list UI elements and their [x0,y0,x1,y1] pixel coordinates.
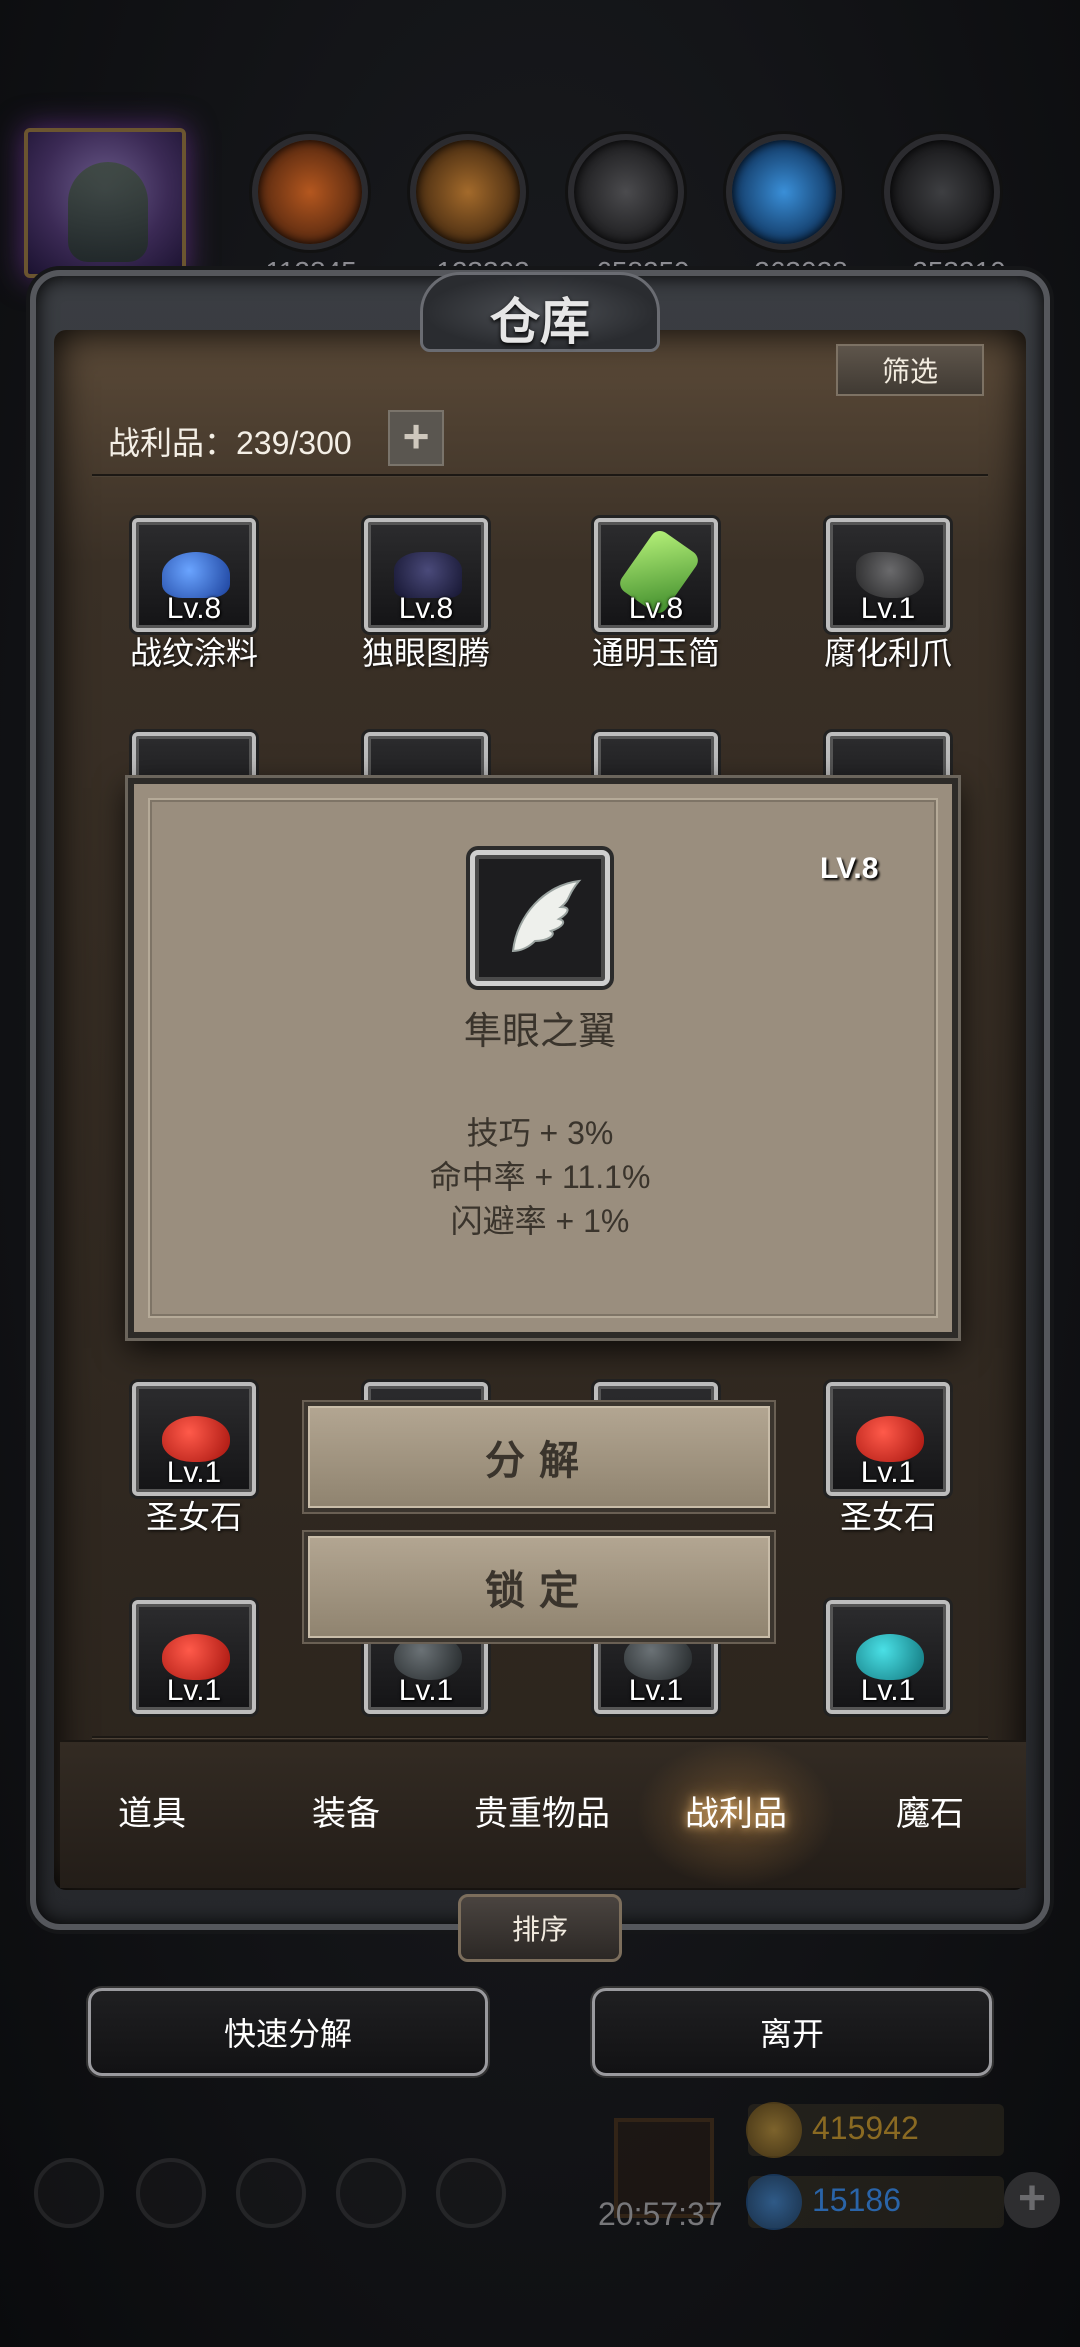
tab-items[interactable]: 道具 [52,1786,252,1835]
leather-icon [252,134,368,250]
item-level: Lv.1 [628,1674,684,1707]
avatar-portrait [68,162,148,262]
tab-equipment[interactable]: 装备 [246,1786,446,1835]
item-slot[interactable]: Lv.8 [132,518,256,632]
diamond-icon [746,2174,802,2230]
wing-icon [511,879,582,953]
gold-amount: 415942 [812,2110,919,2146]
item-name: 战纹涂料 [129,635,258,671]
item-level: Lv.1 [860,592,916,625]
ore-icon [568,134,684,250]
tab-valuables[interactable]: 贵重物品 [442,1786,642,1835]
item-name: 独眼图腾 [361,635,490,671]
item-level: Lv.8 [628,592,684,625]
player-avatar[interactable] [24,128,186,278]
mail-icon[interactable] [336,2158,406,2228]
item-slot[interactable]: Lv.1 [132,1600,256,1714]
item-slot[interactable]: Lv.1 [826,1382,950,1496]
bottom-divider [92,1736,988,1738]
item-level: Lv.1 [860,1674,916,1707]
stat-line: 命中率 + 11.1% [429,1159,651,1195]
wood-icon [410,134,526,250]
stat-line: 闪避率 + 1% [450,1203,630,1239]
quick-decompose-button[interactable]: 快速分解 [88,1988,488,2076]
decompose-button[interactable]: 分解 [304,1402,774,1512]
gold-coin-icon [746,2102,802,2158]
item-level: Lv.1 [166,1456,222,1489]
item-slot[interactable]: Lv.8 [364,518,488,632]
add-currency-icon[interactable]: + [1004,2172,1060,2228]
iron-icon [884,134,1000,250]
expand-capacity-button[interactable]: + [388,410,444,466]
settings-icon[interactable] [34,2158,104,2228]
achievement-icon[interactable] [136,2158,206,2228]
top-divider [92,474,988,476]
item-slot[interactable]: Lv.1 [826,518,950,632]
sort-button[interactable]: 排序 [458,1894,622,1962]
item-name: 圣女石 [839,1499,936,1535]
item-slot[interactable]: Lv.1 [132,1382,256,1496]
map-icon[interactable] [436,2158,506,2228]
stat-line: 技巧 + 3% [466,1115,614,1151]
item-level: Lv.1 [398,1674,454,1707]
item-slot[interactable]: Lv.1 [826,1600,950,1714]
tab-magic-stone[interactable]: 魔石 [830,1786,1030,1835]
item-name: 圣女石 [145,1499,242,1535]
item-slot[interactable]: Lv.8 [594,518,718,632]
tab-loot[interactable]: 战利品 [636,1786,836,1835]
window-title: 仓库 [490,292,590,351]
popup-item-slot [470,850,610,986]
item-level: Lv.1 [166,1674,222,1707]
loot-count-label: 战利品：239/300 [108,425,352,461]
event-timer: 20:57:37 [598,2196,723,2232]
filter-button[interactable]: 筛选 [836,344,984,396]
popup-item-name: 隼眼之翼 [463,1011,616,1053]
item-name: 通明玉简 [591,635,720,671]
popup-level: LV.8 [820,852,879,885]
item-level: Lv.8 [398,592,454,625]
item-level: Lv.8 [166,592,222,625]
item-name: 腐化利爪 [823,635,952,671]
crystal-icon [726,134,842,250]
item-level: Lv.1 [860,1456,916,1489]
diamond-amount: 15186 [812,2182,901,2218]
lock-button[interactable]: 锁定 [304,1532,774,1642]
guild-icon[interactable] [236,2158,306,2228]
leave-button[interactable]: 离开 [592,1988,992,2076]
